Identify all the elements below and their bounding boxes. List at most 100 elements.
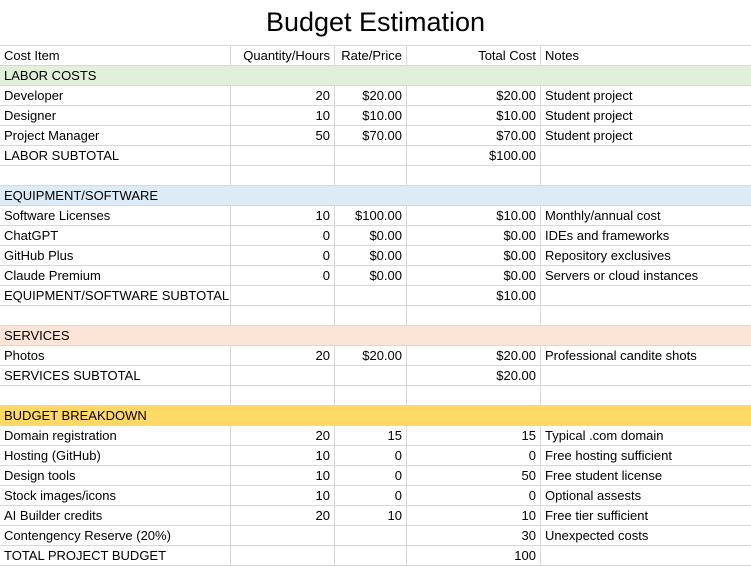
quantity-cell[interactable]	[231, 306, 335, 326]
total-cost-cell[interactable]: $10.00	[407, 286, 541, 306]
total-cost-cell[interactable]: $10.00	[407, 206, 541, 226]
rate-cell[interactable]	[335, 546, 407, 566]
sheet-title[interactable]: Budget Estimation	[0, 0, 751, 46]
quantity-cell[interactable]: 20	[231, 426, 335, 446]
notes-cell[interactable]: Student project	[541, 126, 751, 146]
cost-item-cell[interactable]: Stock images/icons	[0, 486, 231, 506]
total-cost-cell[interactable]: $20.00	[407, 366, 541, 386]
cost-item-cell[interactable]: Project Manager	[0, 126, 231, 146]
total-cost-cell[interactable]: 15	[407, 426, 541, 446]
notes-cell[interactable]: Typical .com domain	[541, 426, 751, 446]
total-cost-cell[interactable]: 100	[407, 546, 541, 566]
quantity-cell[interactable]: 0	[231, 226, 335, 246]
quantity-cell[interactable]	[231, 166, 335, 186]
notes-cell[interactable]: Student project	[541, 106, 751, 126]
notes-cell[interactable]	[541, 166, 751, 186]
notes-cell[interactable]: Monthly/annual cost	[541, 206, 751, 226]
notes-cell[interactable]	[541, 286, 751, 306]
cost-item-cell[interactable]: Contengency Reserve (20%)	[0, 526, 231, 546]
rate-cell[interactable]	[335, 286, 407, 306]
cost-item-cell[interactable]: AI Builder credits	[0, 506, 231, 526]
rate-cell[interactable]	[335, 166, 407, 186]
cost-item-cell[interactable]: Designer	[0, 106, 231, 126]
notes-cell[interactable]: Unexpected costs	[541, 526, 751, 546]
notes-cell[interactable]: Free hosting sufficient	[541, 446, 751, 466]
notes-cell[interactable]	[541, 366, 751, 386]
notes-cell[interactable]: Free tier sufficient	[541, 506, 751, 526]
cost-item-cell[interactable]: Claude Premium	[0, 266, 231, 286]
rate-cell[interactable]: 0	[335, 486, 407, 506]
quantity-cell[interactable]: 0	[231, 266, 335, 286]
total-cost-cell[interactable]: $70.00	[407, 126, 541, 146]
rate-cell[interactable]: $70.00	[335, 126, 407, 146]
total-cost-cell[interactable]: $0.00	[407, 246, 541, 266]
section-label[interactable]: EQUIPMENT/SOFTWARE	[0, 186, 751, 206]
rate-cell[interactable]	[335, 306, 407, 326]
rate-cell[interactable]: 15	[335, 426, 407, 446]
quantity-cell[interactable]	[231, 386, 335, 406]
total-cost-cell[interactable]: 0	[407, 486, 541, 506]
notes-cell[interactable]	[541, 386, 751, 406]
quantity-cell[interactable]: 10	[231, 106, 335, 126]
cost-item-cell[interactable]: Domain registration	[0, 426, 231, 446]
quantity-cell[interactable]: 10	[231, 206, 335, 226]
total-cost-cell[interactable]: $20.00	[407, 86, 541, 106]
notes-cell[interactable]: Optional assests	[541, 486, 751, 506]
quantity-cell[interactable]	[231, 366, 335, 386]
quantity-cell[interactable]: Quantity/Hours	[231, 46, 335, 66]
rate-cell[interactable]	[335, 146, 407, 166]
total-cost-cell[interactable]: 0	[407, 446, 541, 466]
notes-cell[interactable]	[541, 146, 751, 166]
rate-cell[interactable]	[335, 526, 407, 546]
total-cost-cell[interactable]	[407, 306, 541, 326]
notes-cell[interactable]: Notes	[541, 46, 751, 66]
notes-cell[interactable]: IDEs and frameworks	[541, 226, 751, 246]
total-cost-cell[interactable]: $100.00	[407, 146, 541, 166]
notes-cell[interactable]: Professional candite shots	[541, 346, 751, 366]
rate-cell[interactable]: $20.00	[335, 86, 407, 106]
quantity-cell[interactable]: 0	[231, 246, 335, 266]
rate-cell[interactable]: $10.00	[335, 106, 407, 126]
rate-cell[interactable]	[335, 366, 407, 386]
quantity-cell[interactable]	[231, 526, 335, 546]
notes-cell[interactable]	[541, 306, 751, 326]
section-label[interactable]: SERVICES	[0, 326, 751, 346]
cost-item-cell[interactable]: LABOR SUBTOTAL	[0, 146, 231, 166]
quantity-cell[interactable]	[231, 546, 335, 566]
total-cost-cell[interactable]	[407, 166, 541, 186]
quantity-cell[interactable]	[231, 146, 335, 166]
total-cost-cell[interactable]: $10.00	[407, 106, 541, 126]
cost-item-cell[interactable]	[0, 386, 231, 406]
total-cost-cell[interactable]: $0.00	[407, 226, 541, 246]
rate-cell[interactable]: 10	[335, 506, 407, 526]
cost-item-cell[interactable]	[0, 166, 231, 186]
total-cost-cell[interactable]: $20.00	[407, 346, 541, 366]
cost-item-cell[interactable]: ChatGPT	[0, 226, 231, 246]
rate-cell[interactable]	[335, 386, 407, 406]
rate-cell[interactable]: $100.00	[335, 206, 407, 226]
cost-item-cell[interactable]: Software Licenses	[0, 206, 231, 226]
cost-item-cell[interactable]: Design tools	[0, 466, 231, 486]
notes-cell[interactable]: Servers or cloud instances	[541, 266, 751, 286]
notes-cell[interactable]: Repository exclusives	[541, 246, 751, 266]
total-cost-cell[interactable]: $0.00	[407, 266, 541, 286]
total-cost-cell[interactable]: 30	[407, 526, 541, 546]
cost-item-cell[interactable]: GitHub Plus	[0, 246, 231, 266]
cost-item-cell[interactable]	[0, 306, 231, 326]
rate-cell[interactable]: $20.00	[335, 346, 407, 366]
quantity-cell[interactable]	[231, 286, 335, 306]
notes-cell[interactable]	[541, 546, 751, 566]
rate-cell[interactable]: 0	[335, 446, 407, 466]
quantity-cell[interactable]: 20	[231, 506, 335, 526]
rate-cell[interactable]: 0	[335, 466, 407, 486]
total-cost-cell[interactable]	[407, 386, 541, 406]
cost-item-cell[interactable]: TOTAL PROJECT BUDGET	[0, 546, 231, 566]
section-label[interactable]: BUDGET BREAKDOWN	[0, 406, 751, 426]
total-cost-cell[interactable]: 50	[407, 466, 541, 486]
cost-item-cell[interactable]: Cost Item	[0, 46, 231, 66]
rate-cell[interactable]: $0.00	[335, 246, 407, 266]
cost-item-cell[interactable]: Photos	[0, 346, 231, 366]
notes-cell[interactable]: Student project	[541, 86, 751, 106]
quantity-cell[interactable]: 10	[231, 486, 335, 506]
quantity-cell[interactable]: 20	[231, 86, 335, 106]
